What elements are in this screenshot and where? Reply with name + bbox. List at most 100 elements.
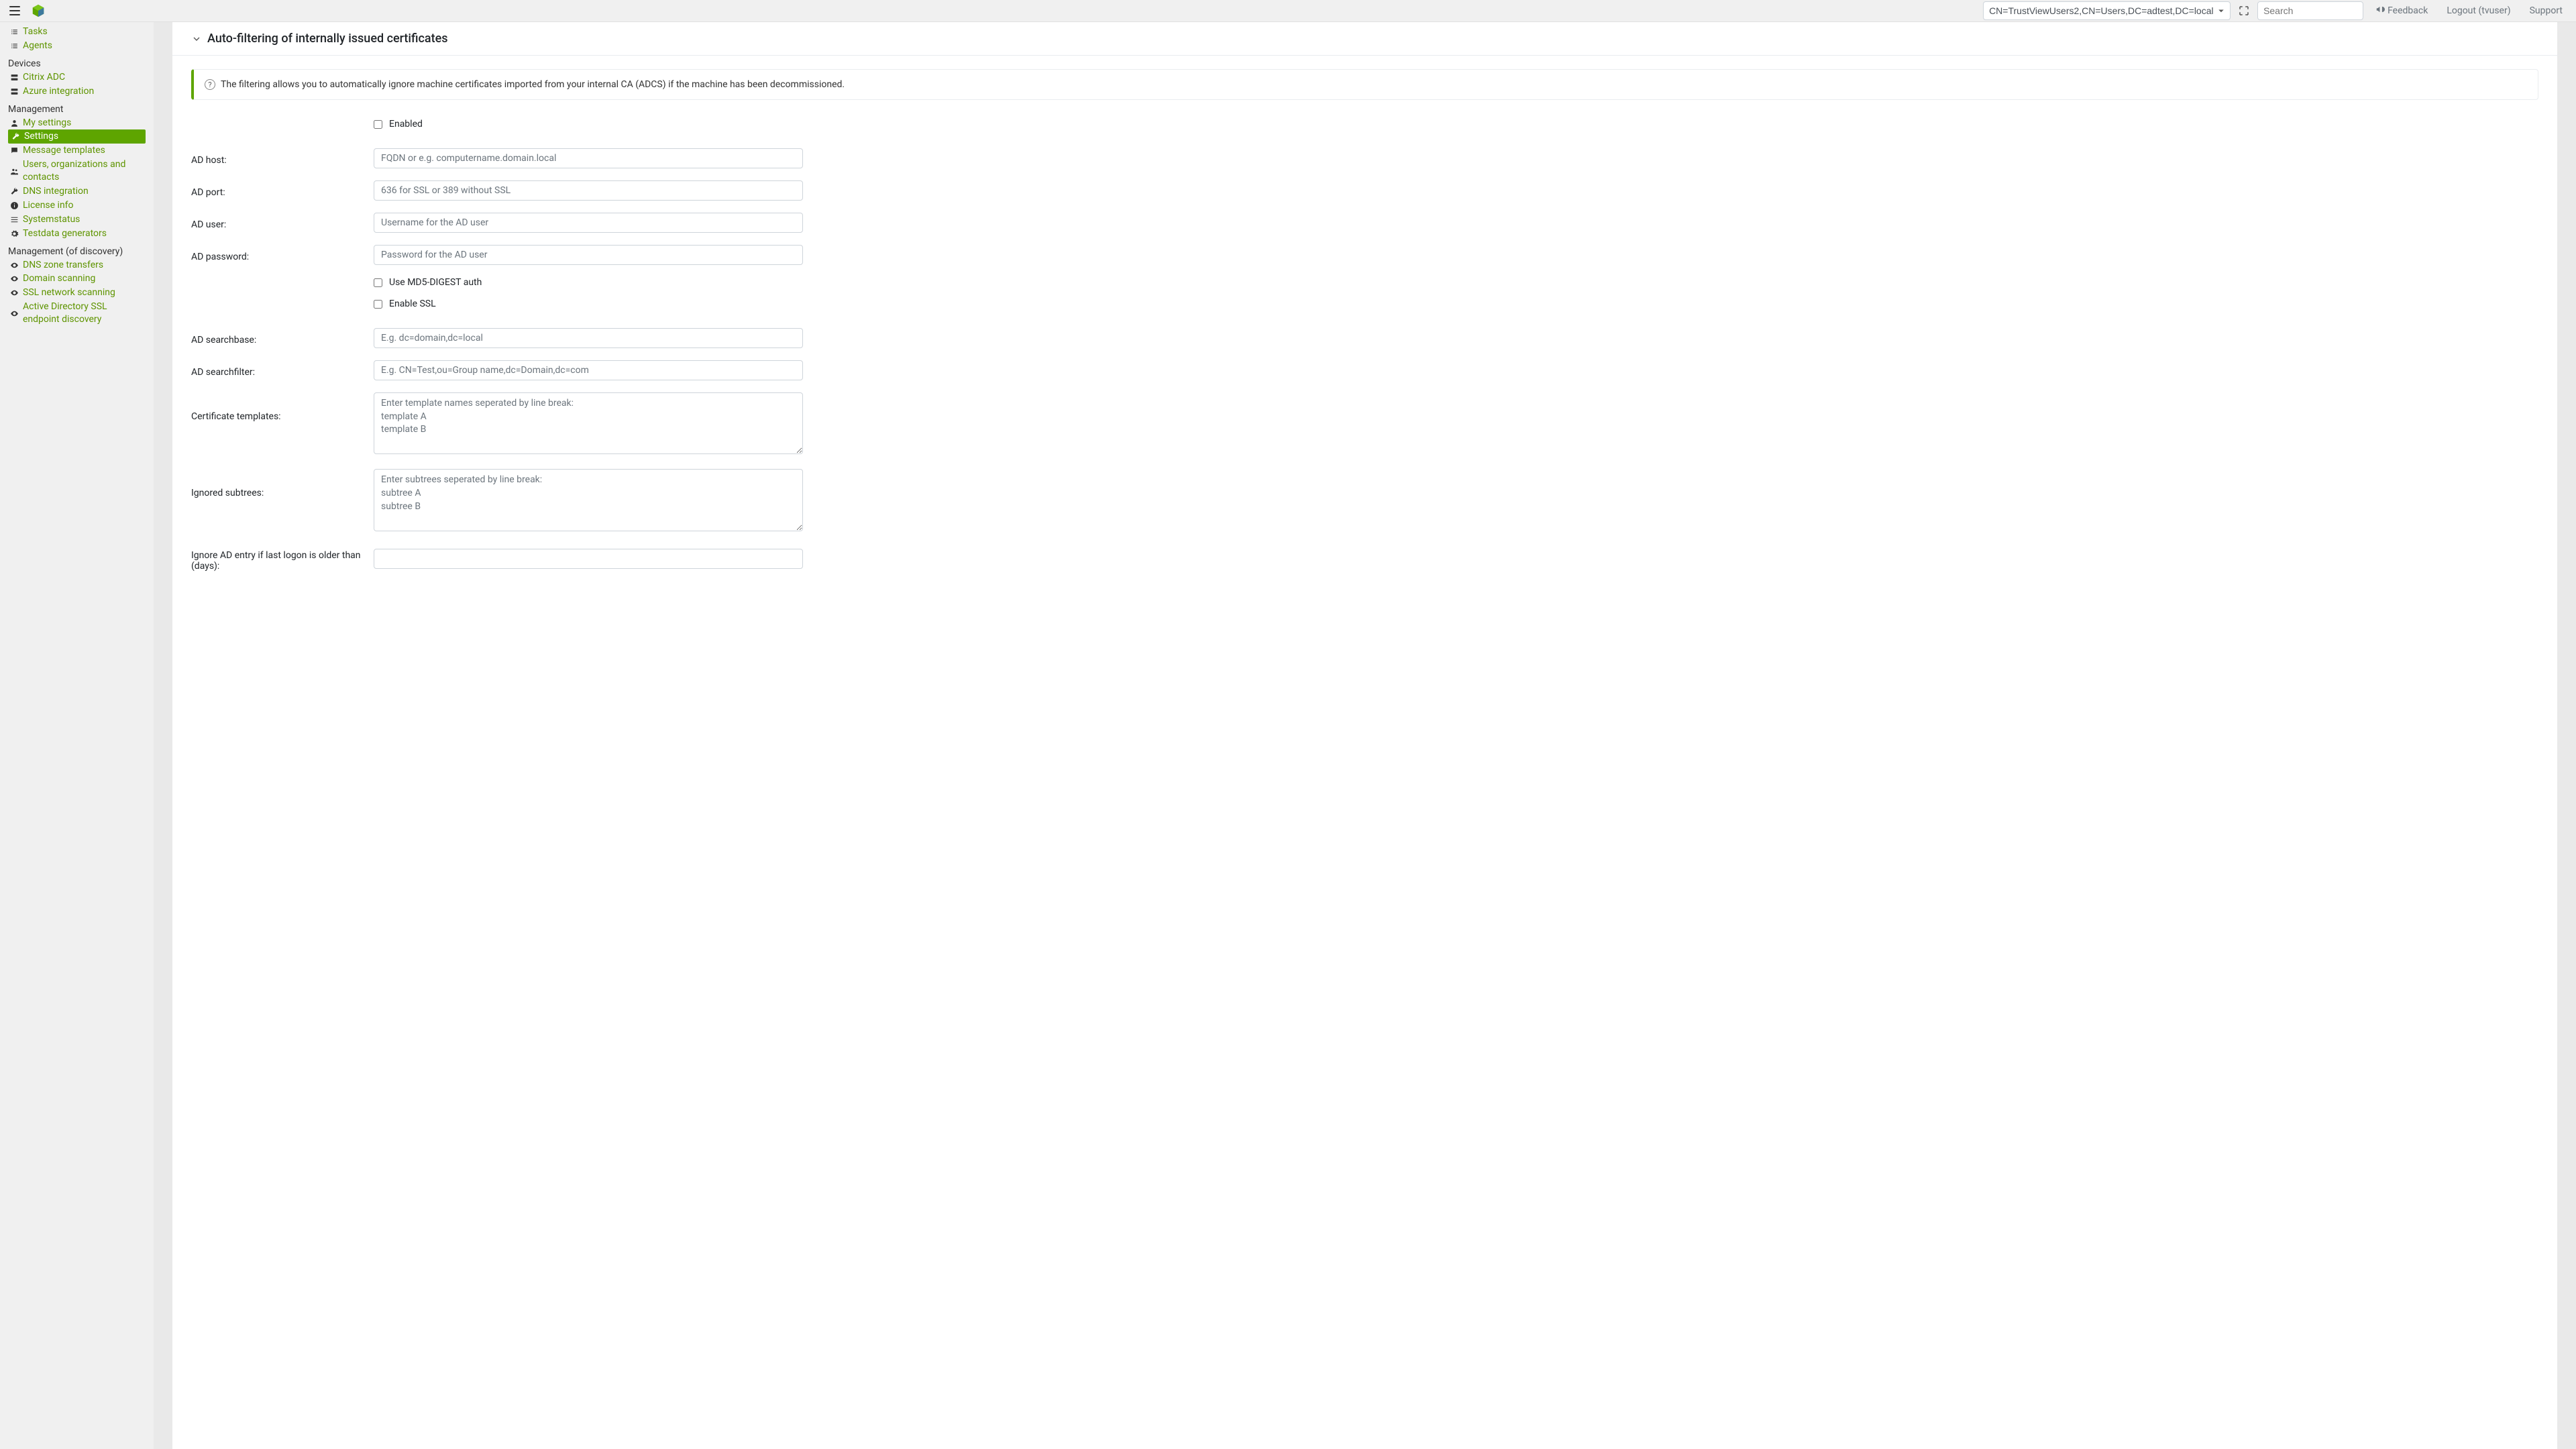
layout: Tasks Agents Devices Citrix ADCAzure inte… [0,22,2576,1449]
sidebar-devices-group: Citrix ADCAzure integration [0,70,154,99]
users-icon [9,166,19,176]
sidebar-item-azure-integration[interactable]: Azure integration [0,85,154,99]
eye-icon [9,309,19,318]
chevron-down-icon [191,34,202,44]
ad-user-label: AD user: [191,215,374,230]
sidebar-item-label: Testdata generators [23,227,146,240]
sidebar-top-group: Tasks Agents [0,25,154,53]
sidebar-item-label: Agents [23,40,146,52]
context-select[interactable]: CN=TrustViewUsers2,CN=Users,DC=adtest,DC… [1983,1,2231,20]
content: Auto-filtering of internally issued cert… [172,22,2557,1449]
enable-ssl-label: Enable SSL [389,299,436,309]
sidebar-item-citrix-adc[interactable]: Citrix ADC [0,70,154,85]
sidebar-item-label: My settings [23,117,146,129]
sidebar-discovery-group: DNS zone transfersDomain scanningSSL net… [0,258,154,327]
ad-user-input[interactable] [374,213,803,233]
sidebar-item-label: Citrix ADC [23,71,146,84]
logout-link[interactable]: Logout (tvuser) [2440,5,2517,16]
sidebar-item-label: Tasks [23,25,146,38]
search-input[interactable] [2257,1,2363,20]
sidebar-item-domain-scanning[interactable]: Domain scanning [0,272,154,286]
bullhorn-icon [2375,5,2385,17]
list-icon [9,41,19,50]
md5-digest-checkbox[interactable] [374,278,382,287]
eye-icon [9,288,19,298]
sidebar-item-my-settings[interactable]: My settings [0,116,154,130]
cert-templates-textarea[interactable] [374,392,803,454]
sidebar-management-group: My settingsSettingsMessage templatesUser… [0,116,154,241]
info-text: The filtering allows you to automaticall… [221,79,845,90]
md5-digest-label: Use MD5-DIGEST auth [389,277,482,288]
ignored-subtrees-textarea[interactable] [374,469,803,531]
ad-port-input[interactable] [374,180,803,201]
enabled-label: Enabled [389,119,423,129]
cert-templates-label: Certificate templates: [191,392,374,422]
user-icon [9,118,19,127]
ignored-subtrees-label: Ignored subtrees: [191,469,374,498]
sidebar-item-settings[interactable]: Settings [8,129,146,144]
logout-label: Logout (tvuser) [2447,5,2510,16]
ad-password-input[interactable] [374,245,803,265]
ad-port-label: AD port: [191,183,374,198]
navbar: CN=TrustViewUsers2,CN=Users,DC=adtest,DC… [0,0,2576,22]
sidebar-item-message-templates[interactable]: Message templates [0,144,154,158]
support-label: Support [2530,5,2563,16]
sidebar-item-systemstatus[interactable]: Systemstatus [0,213,154,227]
sidebar-item-label: Systemstatus [23,213,146,226]
enable-ssl-checkbox[interactable] [374,300,382,309]
wrench-icon [9,186,19,196]
feedback-label: Feedback [2387,5,2428,16]
section-title: Auto-filtering of internally issued cert… [207,32,448,46]
ad-password-label: AD password: [191,248,374,262]
sidebar-item-label: Message templates [23,144,146,157]
bars-icon [9,215,19,224]
chat-icon [9,146,19,156]
sidebar-item-testdata-generators[interactable]: Testdata generators [0,227,154,241]
ad-host-input[interactable] [374,148,803,168]
sidebar-item-label: Settings [24,130,138,143]
fullscreen-icon[interactable] [2236,3,2252,19]
sidebar-item-agents[interactable]: Agents [0,39,154,53]
sidebar-item-dns-zone-transfers[interactable]: DNS zone transfers [0,258,154,272]
settings-form: Enabled AD host: AD port: [172,113,2557,589]
sidebar-item-active-directory-ssl-endpoint-discovery[interactable]: Active Directory SSL endpoint discovery [0,300,154,327]
sidebar-item-label: SSL network scanning [23,286,146,299]
sidebar-item-label: Azure integration [23,85,146,98]
enabled-checkbox[interactable] [374,120,382,129]
sidebar-header-discovery: Management (of discovery) [0,241,154,258]
ignore-last-logon-input[interactable] [374,549,803,569]
sidebar: Tasks Agents Devices Citrix ADCAzure inte… [0,22,154,1449]
app-logo[interactable] [31,3,46,18]
sidebar-item-label: Domain scanning [23,272,146,285]
server-icon [9,72,19,82]
sidebar-item-users-organizations-and-contacts[interactable]: Users, organizations and contacts [0,158,154,184]
content-wrap: Auto-filtering of internally issued cert… [154,22,2576,1449]
sidebar-item-label: Active Directory SSL endpoint discovery [23,301,146,326]
eye-icon [9,274,19,284]
sidebar-item-label: DNS integration [23,185,146,198]
sidebar-item-label: Users, organizations and contacts [23,158,146,184]
sidebar-item-tasks[interactable]: Tasks [0,25,154,39]
question-circle-icon: ? [205,79,215,90]
gear-icon [9,229,19,238]
feedback-link[interactable]: Feedback [2369,5,2434,17]
wrench-icon [11,132,20,142]
ad-searchfilter-label: AD searchfilter: [191,363,374,378]
sidebar-header-devices: Devices [0,53,154,70]
section-header-autofiltering[interactable]: Auto-filtering of internally issued cert… [172,22,2557,56]
ad-searchbase-input[interactable] [374,328,803,348]
hamburger-menu-button[interactable] [7,3,23,19]
sidebar-item-ssl-network-scanning[interactable]: SSL network scanning [0,286,154,300]
sidebar-item-dns-integration[interactable]: DNS integration [0,184,154,199]
sidebar-item-license-info[interactable]: License info [0,199,154,213]
sidebar-header-management: Management [0,99,154,116]
eye-icon [9,260,19,270]
list-icon [9,27,19,36]
ignore-last-logon-label: Ignore AD entry if last logon is older t… [191,546,374,572]
sidebar-item-label: DNS zone transfers [23,259,146,272]
ad-host-label: AD host: [191,151,374,166]
support-link[interactable]: Support [2523,5,2569,16]
ad-searchbase-label: AD searchbase: [191,331,374,345]
ad-searchfilter-input[interactable] [374,360,803,380]
server-icon [9,87,19,96]
